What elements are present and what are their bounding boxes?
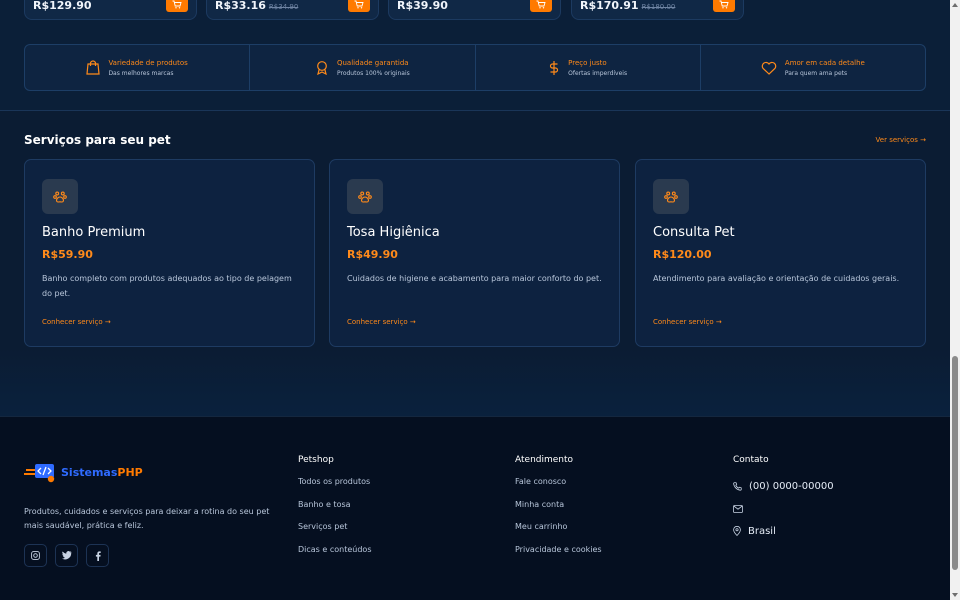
paw-icon	[664, 191, 678, 203]
twitter-button[interactable]	[55, 544, 78, 567]
footer-link[interactable]: Banho e tosa	[298, 498, 372, 521]
service-link[interactable]: Conhecer serviço →	[347, 318, 416, 326]
location-pin-icon	[733, 526, 741, 537]
product-price: R$33.16 R$34.90	[215, 0, 299, 12]
service-price: R$59.90	[42, 248, 93, 261]
footer-column-atendimento: Atendimento Fale conosco Minha conta Meu…	[515, 455, 602, 565]
footer: SistemasPHP Produtos, cuidados e serviço…	[0, 416, 950, 600]
product-price: R$170.91 R$180.00	[580, 0, 676, 12]
mail-icon	[733, 504, 743, 513]
heart-icon	[761, 61, 777, 75]
product-price: R$129.90	[33, 0, 92, 12]
footer-link[interactable]: Dicas e conteúdos	[298, 543, 372, 566]
social-links	[24, 544, 109, 567]
service-icon-box	[653, 179, 689, 214]
scrollbar-thumb[interactable]	[952, 356, 958, 570]
phone-icon	[733, 481, 742, 491]
vertical-scrollbar[interactable]	[950, 0, 960, 600]
footer-link[interactable]: Fale conosco	[515, 475, 602, 498]
feature-title: Qualidade garantida	[336, 58, 409, 67]
feature-item: Qualidade garantida Produtos 100% origin…	[250, 45, 476, 90]
add-to-cart-button[interactable]	[166, 0, 188, 12]
footer-column-contato: Contato (00) 0000-00000 Brasil	[733, 455, 834, 543]
service-card[interactable]: Consulta Pet R$120.00 Atendimento para a…	[635, 159, 926, 347]
cart-icon	[172, 0, 182, 8]
award-icon	[317, 61, 327, 75]
service-description: Atendimento para avaliação e orientação …	[653, 274, 900, 283]
column-title: Contato	[733, 455, 769, 465]
section-title: Serviços para seu pet	[24, 133, 171, 147]
logo[interactable]: SistemasPHP	[24, 461, 143, 483]
feature-subtitle: Para quem ama pets	[784, 69, 848, 77]
instagram-button[interactable]	[24, 544, 47, 567]
product-card[interactable]: R$129.90	[24, 0, 197, 20]
service-price: R$49.90	[347, 248, 398, 261]
feature-subtitle: Produtos 100% originais	[336, 69, 410, 77]
service-price: R$120.00	[653, 248, 712, 261]
contact-phone: (00) 0000-00000	[733, 475, 834, 498]
footer-link[interactable]: Meu carrinho	[515, 520, 602, 543]
cart-icon	[536, 0, 546, 8]
add-to-cart-button[interactable]	[348, 0, 370, 12]
facebook-button[interactable]	[86, 544, 109, 567]
feature-title: Preço justo	[568, 58, 607, 67]
feature-item: Amor em cada detalhe Para quem ama pets	[701, 45, 925, 90]
location-text: Brasil	[748, 525, 776, 537]
dollar-icon	[550, 60, 559, 75]
service-name: Tosa Higiênica	[347, 225, 440, 240]
service-icon-box	[42, 179, 78, 214]
add-to-cart-button[interactable]	[530, 0, 552, 12]
contact-location: Brasil	[733, 520, 834, 543]
shopping-bag-icon	[86, 60, 101, 75]
paw-icon	[358, 191, 372, 203]
contact-email	[733, 498, 834, 521]
phone-number: (00) 0000-00000	[749, 480, 834, 492]
code-logo-icon	[24, 464, 55, 483]
cart-icon	[354, 0, 364, 8]
service-name: Consulta Pet	[653, 225, 735, 240]
product-card[interactable]: R$39.90	[388, 0, 561, 20]
feature-item: Preço justo Ofertas imperdíveis	[476, 45, 701, 90]
column-title: Petshop	[298, 455, 334, 465]
service-link[interactable]: Conhecer serviço →	[653, 318, 722, 326]
page: R$129.90 R$33.16 R$34.90 R$39.90 R$170.91…	[0, 0, 950, 600]
service-description: Cuidados de higiene e acabamento para ma…	[347, 274, 602, 283]
service-card[interactable]: Banho Premium R$59.90 Banho completo com…	[24, 159, 315, 347]
service-card[interactable]: Tosa Higiênica R$49.90 Cuidados de higie…	[329, 159, 620, 347]
service-name: Banho Premium	[42, 225, 146, 240]
feature-title: Amor em cada detalhe	[784, 58, 865, 67]
instagram-icon	[31, 551, 40, 560]
footer-link[interactable]: Serviços pet	[298, 520, 372, 543]
paw-icon	[53, 191, 67, 203]
add-to-cart-button[interactable]	[713, 0, 735, 12]
footer-link[interactable]: Privacidade e cookies	[515, 543, 602, 566]
scroll-down-arrow-icon[interactable]	[952, 593, 958, 597]
scroll-up-arrow-icon[interactable]	[952, 3, 958, 7]
footer-description: Produtos, cuidados e serviços para deixa…	[24, 507, 270, 530]
feature-subtitle: Das melhores marcas	[108, 69, 174, 77]
service-icon-box	[347, 179, 383, 214]
service-link[interactable]: Conhecer serviço →	[42, 318, 111, 326]
product-strip: R$129.90 R$33.16 R$34.90 R$39.90 R$170.91…	[0, 0, 950, 110]
footer-column-petshop: Petshop Todos os produtos Banho e tosa S…	[298, 455, 372, 565]
facebook-icon	[95, 550, 101, 561]
twitter-icon	[61, 551, 71, 560]
cart-icon	[719, 0, 729, 8]
product-price: R$39.90	[397, 0, 448, 12]
logo-text: SistemasPHP	[61, 465, 143, 479]
feature-title: Variedade de produtos	[108, 58, 188, 67]
feature-subtitle: Ofertas imperdíveis	[568, 69, 628, 77]
services-section: Serviços para seu pet Ver serviços → Ban…	[0, 111, 950, 416]
footer-link[interactable]: Todos os produtos	[298, 475, 372, 498]
product-card[interactable]: R$33.16 R$34.90	[206, 0, 379, 20]
column-title: Atendimento	[515, 455, 574, 465]
footer-link[interactable]: Minha conta	[515, 498, 602, 521]
product-card[interactable]: R$170.91 R$180.00	[571, 0, 744, 20]
service-description: Banho completo com produtos adequados ao…	[42, 274, 292, 298]
feature-item: Variedade de produtos Das melhores marca…	[25, 45, 251, 90]
features-bar: Variedade de produtos Das melhores marca…	[24, 44, 926, 91]
view-services-link[interactable]: Ver serviços →	[876, 136, 926, 144]
